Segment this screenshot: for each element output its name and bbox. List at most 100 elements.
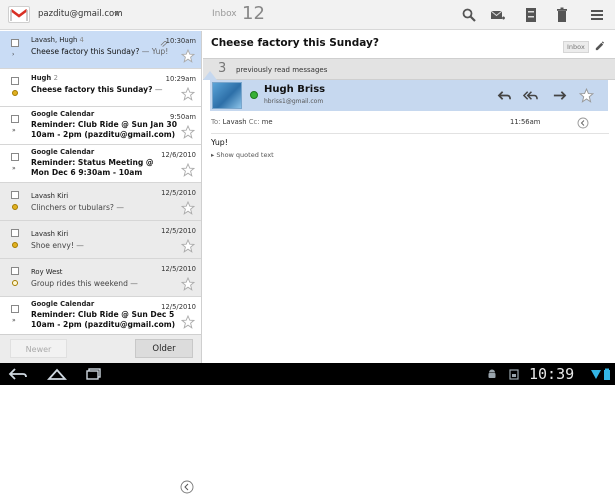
row-time: 12/5/2010 (161, 227, 196, 235)
select-checkbox[interactable] (11, 191, 19, 199)
message-time: 11:56am (510, 118, 541, 126)
row-subject: Clinchers or tubulars? — (31, 203, 124, 212)
home-icon[interactable] (47, 367, 67, 381)
select-checkbox[interactable] (11, 153, 19, 161)
star-icon[interactable] (181, 87, 195, 101)
delete-icon[interactable] (554, 7, 570, 23)
label-indicator-icon (12, 280, 18, 286)
row-subject: Group rides this weekend — (31, 279, 138, 288)
personal-level-icon: » (12, 165, 16, 172)
account-selector[interactable]: pazditu@gmail.com (38, 9, 123, 19)
message-body: Yup! (211, 138, 228, 147)
row-subject-continued: 10am - 2pm (pazditu@gmail.com) (31, 320, 176, 329)
gmail-logo-icon[interactable] (8, 6, 30, 23)
conversation-row[interactable]: » Google Calendar Reminder: Club Ride @ … (0, 297, 201, 334)
unread-count: 12 (242, 3, 265, 24)
message-header[interactable]: Hugh Briss hbriss1@gmail.com (203, 71, 608, 111)
action-bar: pazditu@gmail.com Inbox 12 (0, 0, 615, 30)
conversation-row[interactable]: Roy West Group rides this weekend — 12/5… (0, 259, 201, 297)
row-time: 12/6/2010 (161, 151, 196, 159)
clock[interactable]: 10:39 (529, 365, 574, 383)
star-icon[interactable] (181, 277, 195, 291)
folder-label[interactable]: Inbox (212, 9, 237, 19)
divider (211, 133, 609, 134)
personal-level-icon: › (12, 51, 15, 58)
row-sender: Lavash, Hugh 4 (31, 36, 84, 44)
sd-card-icon (509, 369, 519, 380)
conversation-row[interactable]: Hugh 2 Cheese factory this Sunday? — 10:… (0, 69, 201, 107)
row-time: 12/5/2010 (161, 189, 196, 197)
row-time: 12/5/2010 (161, 265, 196, 273)
conversation-subject: Cheese factory this Sunday? (211, 37, 379, 49)
label-indicator-icon (12, 90, 18, 96)
recipients-line[interactable]: To: Lavash Cc: me (211, 118, 273, 126)
battery-icon (604, 368, 610, 380)
personal-level-icon: » (12, 127, 16, 134)
row-subject-continued: 10am - 2pm (pazditu@gmail.com) (31, 130, 176, 139)
star-icon[interactable] (181, 315, 195, 329)
row-time: 10:29am (165, 75, 196, 83)
reply-all-icon[interactable] (523, 88, 538, 103)
newer-button[interactable]: Newer (10, 339, 67, 358)
show-quoted-text-link[interactable]: ▸ Show quoted text (211, 151, 274, 159)
system-bar: 10:39 (0, 363, 615, 385)
select-checkbox[interactable] (11, 305, 19, 313)
to-value: Lavash (222, 118, 247, 126)
conversation-row[interactable]: Lavash Kiri Shoe envy! — 12/5/2010 (0, 221, 201, 259)
compose-icon[interactable] (490, 7, 506, 23)
recent-apps-icon[interactable] (84, 367, 104, 381)
conversation-row[interactable]: » Google Calendar Reminder: Status Meeti… (0, 145, 201, 183)
label-indicator-icon (12, 204, 18, 210)
older-button[interactable]: Older (135, 339, 193, 358)
star-icon[interactable] (181, 163, 195, 177)
label-edit-icon[interactable] (594, 40, 605, 51)
star-icon[interactable] (181, 239, 195, 253)
conversation-row[interactable]: › Lavash, Hugh 4 Cheese factory this Sun… (0, 31, 201, 69)
label-chip[interactable]: Inbox (563, 41, 589, 53)
row-sender: Hugh 2 (31, 74, 58, 82)
conversation-row[interactable]: Lavash Kiri Clinchers or tubulars? — 12/… (0, 183, 201, 221)
avatar[interactable] (212, 82, 242, 109)
row-subject-continued: Mon Dec 6 9:30am - 10am (31, 168, 143, 177)
star-icon[interactable] (181, 125, 195, 139)
row-sender: Google Calendar (31, 110, 95, 118)
conversation-list: › Lavash, Hugh 4 Cheese factory this Sun… (0, 31, 202, 334)
row-time: 9:50am (169, 113, 196, 121)
star-icon[interactable] (181, 201, 195, 215)
row-subject: Reminder: Club Ride @ Sun Jan 30 (31, 120, 178, 129)
pagination-bar: Newer Older (0, 334, 202, 363)
select-checkbox[interactable] (11, 115, 19, 123)
row-sender: Google Calendar (31, 300, 95, 308)
cc-label: Cc: (248, 118, 260, 126)
select-checkbox[interactable] (11, 229, 19, 237)
reply-icon[interactable] (497, 88, 512, 103)
wifi-signal-icon (591, 370, 601, 379)
select-checkbox[interactable] (11, 267, 19, 275)
android-debug-icon (488, 369, 496, 378)
presence-icon (250, 91, 258, 99)
star-icon[interactable] (181, 49, 195, 63)
forward-icon[interactable] (552, 88, 567, 103)
select-checkbox[interactable] (11, 39, 19, 47)
search-icon[interactable] (461, 7, 477, 23)
message-details-icon[interactable] (577, 117, 589, 129)
chevron-left-icon[interactable] (180, 480, 194, 494)
conversation-row[interactable]: » Google Calendar Reminder: Club Ride @ … (0, 107, 201, 145)
archive-icon[interactable] (523, 7, 539, 23)
row-time: 10:30am (165, 37, 196, 45)
row-subject: Shoe envy! — (31, 241, 84, 250)
to-label: To: (211, 118, 221, 126)
previous-messages-bar[interactable]: 3 previously read messages (203, 58, 615, 80)
sender-email: hbriss1@gmail.com (264, 98, 324, 105)
star-icon[interactable] (579, 88, 594, 103)
reading-pane: Cheese factory this Sunday? Inbox 3 prev… (203, 31, 615, 363)
label-indicator-icon (12, 242, 18, 248)
sender-name: Hugh Briss (264, 84, 326, 95)
row-sender: Lavash Kiri (31, 230, 69, 238)
account-dropdown-icon[interactable] (114, 12, 120, 16)
back-icon[interactable] (8, 367, 28, 381)
personal-level-icon: » (12, 317, 16, 324)
gmail-app: pazditu@gmail.com Inbox 12 › Lavash, Hug… (0, 0, 615, 363)
select-checkbox[interactable] (11, 77, 19, 85)
overflow-menu-icon[interactable] (589, 7, 605, 23)
